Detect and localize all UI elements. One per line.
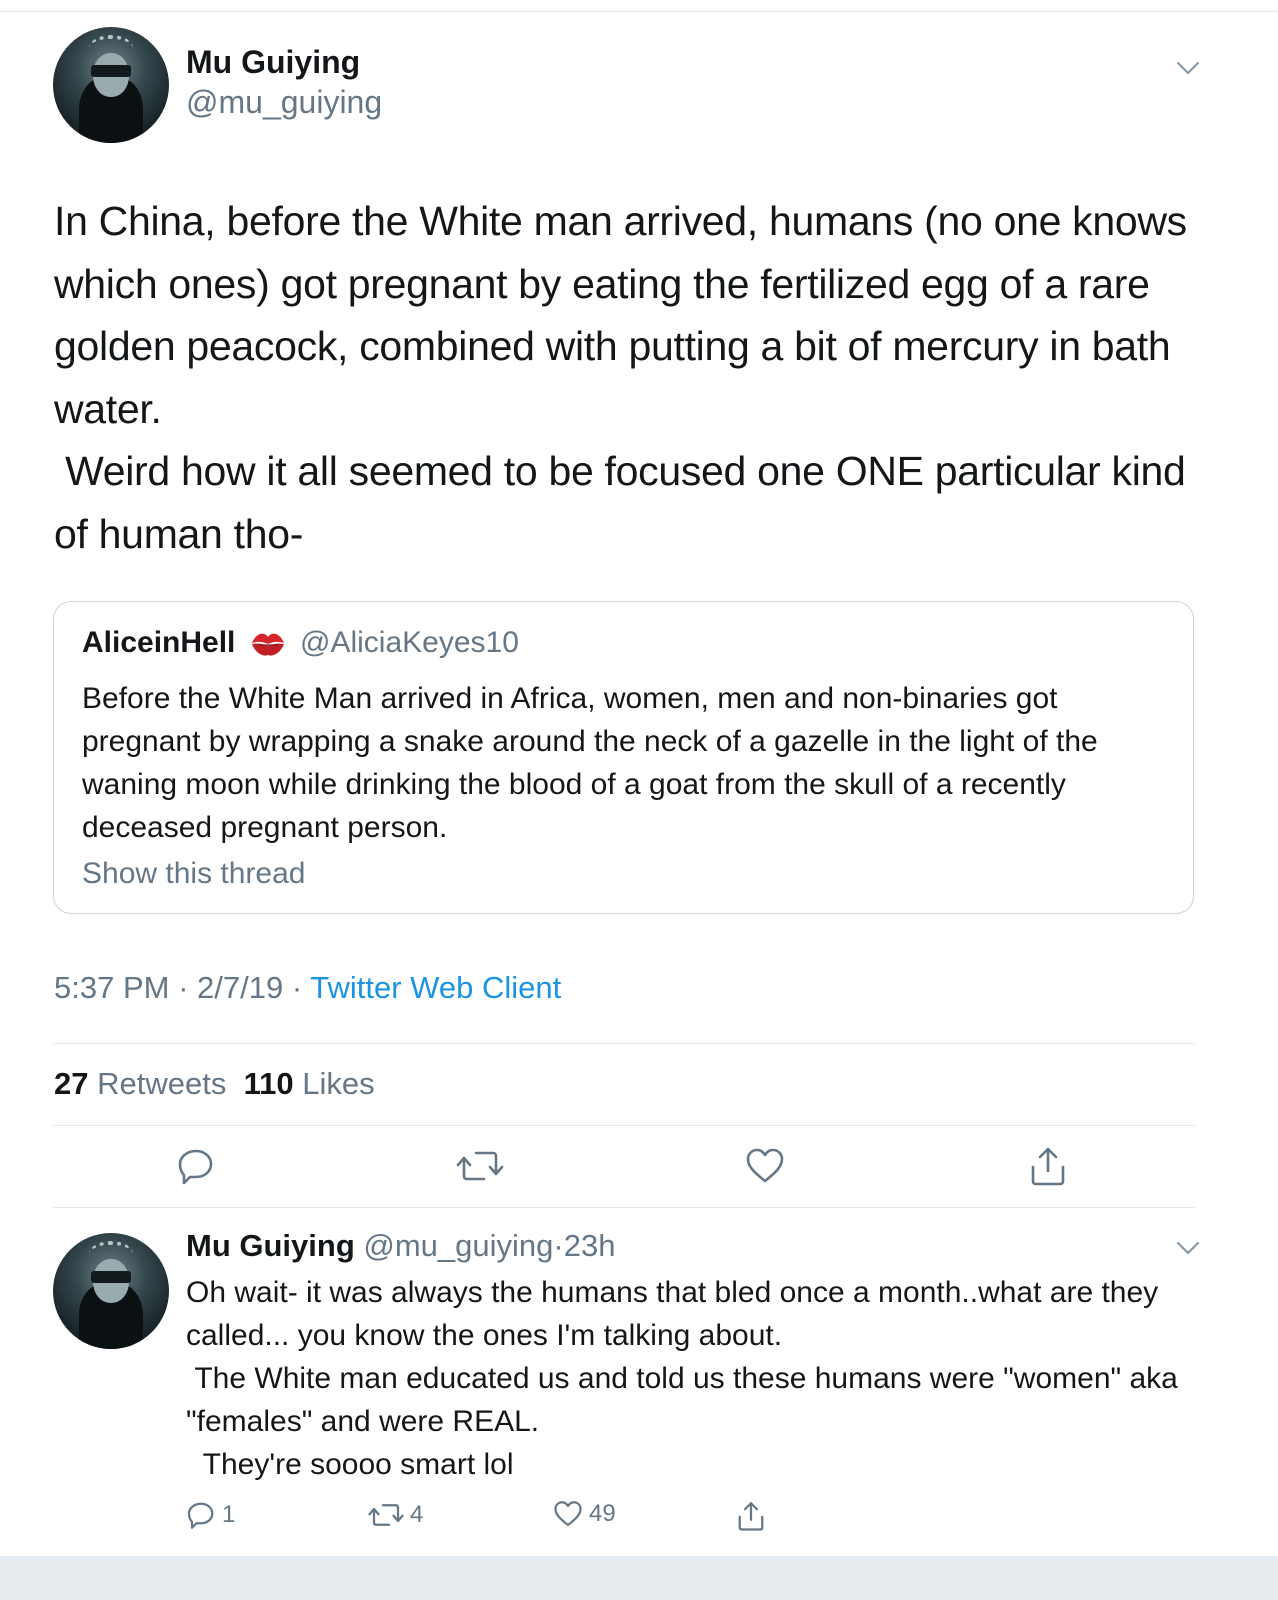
likes-label[interactable]: Likes: [302, 1066, 374, 1101]
quote-author-name: AliceinHell: [82, 626, 236, 659]
reply-reply-button[interactable]: 1: [186, 1500, 235, 1530]
divider: [53, 1207, 1195, 1208]
bottom-bar: [0, 1556, 1278, 1600]
tweet-client-link[interactable]: Twitter Web Client: [310, 970, 561, 1005]
reply-count: 1: [222, 1501, 236, 1528]
reply-text: Oh wait- it was always the humans that b…: [186, 1276, 1178, 1481]
retweets-count[interactable]: 27: [54, 1066, 88, 1101]
separator-dot: ·: [178, 970, 189, 1005]
chevron-down-icon[interactable]: [1176, 1240, 1200, 1256]
tweet-time[interactable]: 5:37 PM: [54, 970, 169, 1005]
tweet-stats: 27 Retweets 110 Likes: [54, 1066, 375, 1102]
reply-avatar[interactable]: [53, 1233, 169, 1349]
kiss-mark-icon: [252, 633, 284, 656]
tweet-date[interactable]: 2/7/19: [197, 970, 283, 1005]
separator-dot: ·: [553, 1228, 564, 1263]
top-divider: [0, 11, 1278, 12]
reply-author-handle[interactable]: @mu_guiying: [363, 1228, 553, 1263]
retweet-icon[interactable]: [456, 1146, 504, 1186]
reply-age[interactable]: 23h: [564, 1228, 616, 1263]
like-icon: [554, 1501, 582, 1527]
like-count: 49: [589, 1500, 616, 1527]
reply-share-button[interactable]: [736, 1500, 766, 1532]
reply-icon: [187, 1502, 214, 1529]
reply-like-button[interactable]: 49: [553, 1500, 616, 1528]
reply-header: Mu Guiying @mu_guiying·23h: [186, 1228, 615, 1264]
quote-text: Before the White Man arrived in Africa, …: [82, 682, 1107, 844]
like-icon[interactable]: [745, 1147, 785, 1185]
tweet-text: In China, before the White man arrived, …: [54, 198, 1187, 557]
retweet-icon: [368, 1504, 404, 1526]
likes-count[interactable]: 110: [244, 1066, 294, 1101]
author-handle[interactable]: @mu_guiying: [186, 84, 382, 121]
retweet-count: 4: [410, 1501, 424, 1528]
show-thread-link[interactable]: Show this thread: [82, 857, 305, 891]
separator-dot: ·: [291, 970, 303, 1005]
share-icon: [738, 1502, 764, 1531]
tweet-meta: 5:37 PM · 2/7/19 · Twitter Web Client: [54, 970, 561, 1006]
divider: [53, 1043, 1195, 1044]
share-icon[interactable]: [1028, 1145, 1068, 1187]
quoted-tweet[interactable]: AliceinHell @AliciaKeyes10 Before the Wh…: [53, 601, 1194, 914]
retweets-label[interactable]: Retweets: [97, 1066, 226, 1101]
reply-icon[interactable]: [176, 1146, 216, 1186]
quote-author-handle: @AliciaKeyes10: [300, 626, 519, 659]
divider: [53, 1125, 1195, 1126]
chevron-down-icon[interactable]: [1176, 60, 1200, 76]
avatar[interactable]: [53, 27, 169, 143]
reply-retweet-button[interactable]: 4: [368, 1500, 423, 1530]
reply-author-name[interactable]: Mu Guiying: [186, 1228, 355, 1263]
author-name[interactable]: Mu Guiying: [186, 44, 360, 81]
